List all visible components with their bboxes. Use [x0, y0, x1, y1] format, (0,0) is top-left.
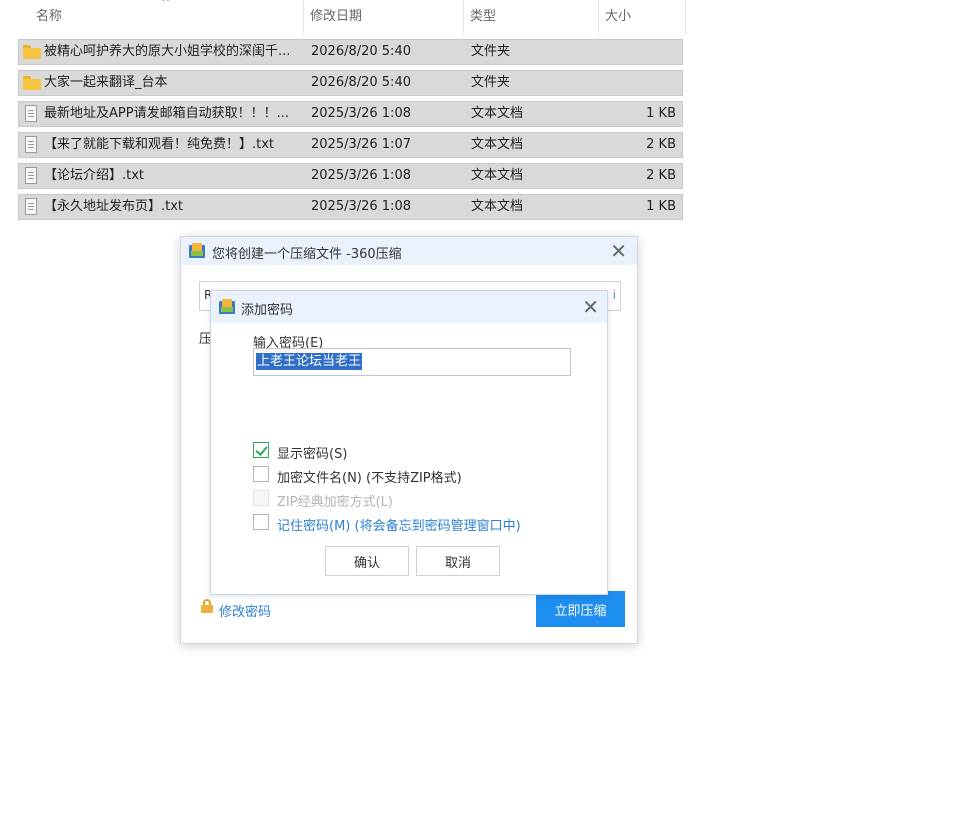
column-type-header[interactable]: 类型 [470, 0, 496, 34]
folder-icon [23, 76, 41, 90]
file-date: 2026/8/20 5:40 [311, 75, 411, 90]
column-date-header[interactable]: 修改日期 [310, 0, 362, 34]
cancel-button[interactable]: 取消 [416, 546, 500, 576]
ok-button[interactable]: 确认 [325, 546, 409, 576]
text-file-icon [25, 198, 37, 215]
file-size: 1 KB [646, 106, 676, 121]
column-divider[interactable] [303, 0, 304, 34]
file-row[interactable]: 被精心呵护养大的原大小姐学校的深闺千... 2026/8/20 5:40 文件夹 [18, 39, 683, 65]
file-name: 【永久地址发布页】.txt [44, 199, 184, 214]
file-type: 文本文档 [471, 199, 524, 214]
checkbox-disabled [253, 490, 269, 506]
file-name: 最新地址及APP请发邮箱自动获取！！！... [44, 106, 289, 121]
lock-icon [201, 599, 213, 613]
column-divider[interactable] [598, 0, 599, 34]
text-file-icon [25, 105, 37, 122]
file-date: 2025/3/26 1:07 [311, 137, 411, 152]
compress-now-button[interactable]: 立即压缩 [536, 591, 625, 627]
file-size: 2 KB [646, 137, 676, 152]
file-date: 2025/3/26 1:08 [311, 168, 411, 183]
file-row[interactable]: 【永久地址发布页】.txt 2025/3/26 1:08 文本文档 1 KB [18, 194, 683, 220]
dialog-titlebar[interactable]: 您将创建一个压缩文件 -360压缩 ✕ [181, 237, 637, 265]
sort-ascending-icon: ^ [161, 0, 171, 9]
password-input[interactable]: 上老王论坛当老王 [253, 348, 571, 376]
file-name: 被精心呵护养大的原大小姐学校的深闺千... [44, 44, 291, 59]
file-date: 2025/3/26 1:08 [311, 199, 411, 214]
file-size: 2 KB [646, 168, 676, 183]
360zip-app-icon [189, 243, 205, 259]
folder-icon [23, 45, 41, 59]
change-password-link[interactable]: 修改密码 [219, 601, 271, 620]
checkbox[interactable] [253, 514, 269, 530]
file-type: 文件夹 [471, 44, 511, 59]
file-date: 2026/8/20 5:40 [311, 44, 411, 59]
file-row[interactable]: 最新地址及APP请发邮箱自动获取！！！... 2025/3/26 1:08 文本… [18, 101, 683, 127]
column-divider[interactable] [463, 0, 464, 34]
close-icon[interactable]: ✕ [610, 241, 627, 261]
text-file-icon [25, 167, 37, 184]
column-header: 名称 ^ 修改日期 类型 大小 [18, 0, 686, 34]
option-label: 记住密码(M) (将会备忘到密码管理窗口中) [277, 519, 521, 534]
checkbox[interactable] [253, 466, 269, 482]
file-size: 1 KB [646, 199, 676, 214]
dialog-titlebar[interactable]: 添加密码 ✕ [211, 291, 607, 323]
file-row[interactable]: 大家一起来翻译_台本 2026/8/20 5:40 文件夹 [18, 70, 683, 96]
column-name-header[interactable]: 名称 [36, 0, 62, 34]
close-icon[interactable]: ✕ [582, 297, 599, 317]
dialog-title: 添加密码 [241, 303, 294, 318]
column-divider[interactable] [685, 0, 686, 34]
option-label: 显示密码(S) [277, 447, 348, 462]
option-label: ZIP经典加密方式(L) [277, 495, 393, 510]
column-size-header[interactable]: 大小 [605, 0, 631, 34]
checkbox-checked[interactable] [253, 442, 269, 458]
file-row[interactable]: 【论坛介绍】.txt 2025/3/26 1:08 文本文档 2 KB [18, 163, 683, 189]
text-file-icon [25, 136, 37, 153]
file-type: 文本文档 [471, 168, 524, 183]
add-password-dialog: 添加密码 ✕ 输入密码(E) 上老王论坛当老王 显示密码(S) 加密文件名(N)… [210, 290, 608, 595]
360zip-app-icon [219, 299, 235, 315]
dialog-title: 您将创建一个压缩文件 -360压缩 [212, 247, 402, 262]
file-type: 文本文档 [471, 106, 524, 121]
file-type: 文本文档 [471, 137, 524, 152]
password-value: 上老王论坛当老王 [256, 353, 363, 370]
file-row[interactable]: 【来了就能下载和观看！纯免费！】.txt 2025/3/26 1:07 文本文档… [18, 132, 683, 158]
file-name: 【论坛介绍】.txt [44, 168, 145, 183]
option-label: 加密文件名(N) (不支持ZIP格式) [277, 471, 462, 486]
file-name: 大家一起来翻译_台本 [44, 75, 168, 90]
file-type: 文件夹 [471, 75, 511, 90]
archive-path-suffix: i [612, 288, 616, 302]
file-date: 2025/3/26 1:08 [311, 106, 411, 121]
file-name: 【来了就能下载和观看！纯免费！】.txt [44, 137, 275, 152]
